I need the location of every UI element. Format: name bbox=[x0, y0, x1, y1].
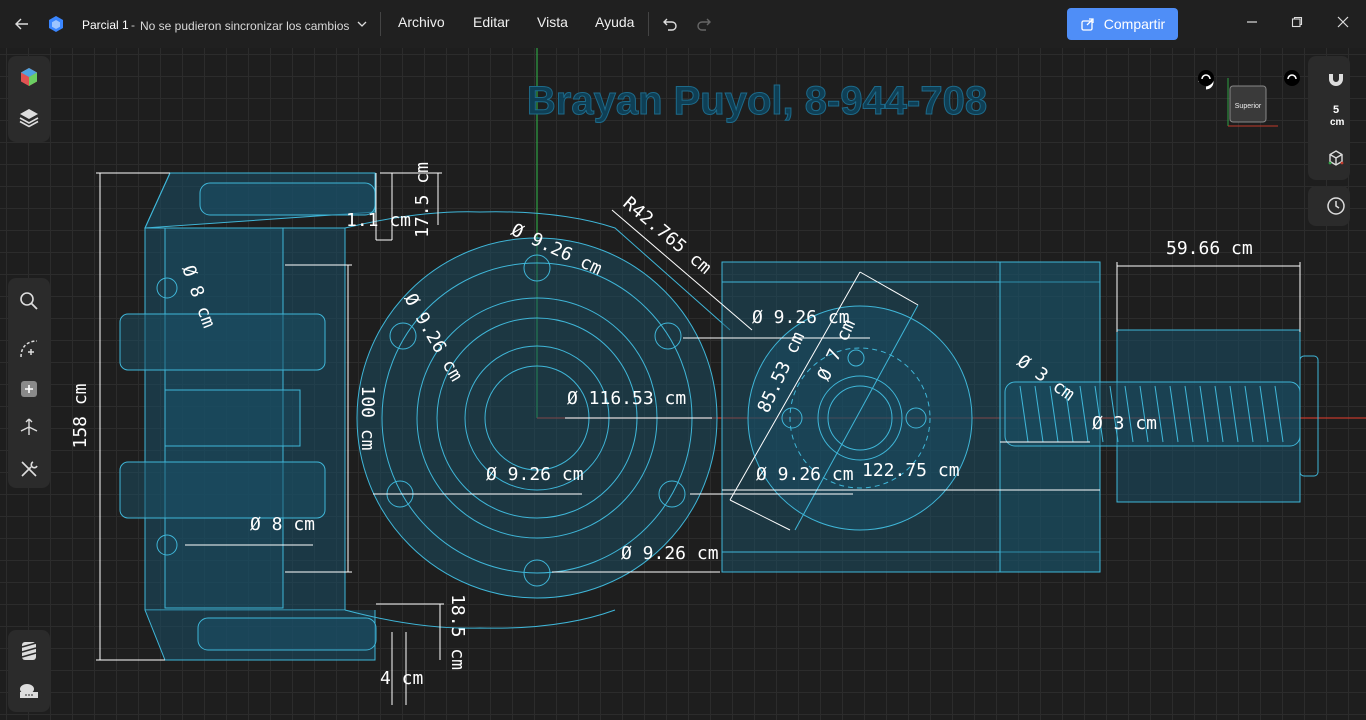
share-icon bbox=[1081, 18, 1094, 31]
snap-button[interactable] bbox=[1316, 60, 1356, 96]
clock-icon bbox=[1327, 197, 1345, 215]
dim-left-height: 158 cm bbox=[70, 383, 91, 448]
view-cube[interactable]: Superior bbox=[1192, 64, 1312, 144]
back-button[interactable] bbox=[10, 12, 34, 36]
sync-status[interactable]: No se pudieron sincronizar los cambios bbox=[140, 19, 349, 33]
minimize-button[interactable] bbox=[1238, 8, 1266, 36]
wrench-icon bbox=[21, 461, 38, 477]
redo-icon bbox=[697, 18, 711, 31]
cube-view-icon bbox=[1328, 150, 1344, 166]
dim-bottom-width: 4 cm bbox=[380, 668, 423, 689]
layers-icon bbox=[19, 109, 39, 128]
rotate-right-handle[interactable] bbox=[1284, 70, 1300, 86]
minimize-icon bbox=[1247, 21, 1257, 23]
add-shape-button[interactable] bbox=[8, 370, 50, 408]
transform-icon bbox=[20, 418, 38, 435]
restore-icon bbox=[1291, 16, 1303, 28]
sketch-button[interactable] bbox=[8, 330, 50, 368]
history-button[interactable] bbox=[1316, 190, 1356, 222]
search-button[interactable] bbox=[8, 282, 50, 320]
rotate-left-handle[interactable] bbox=[1198, 70, 1214, 86]
document-name[interactable]: Parcial 1 bbox=[82, 18, 129, 32]
search-icon bbox=[20, 292, 38, 310]
menu-vista[interactable]: Vista bbox=[537, 14, 568, 30]
sketch-drawing: Brayan Puyol, 8-944-708 158 cm 100 cm 1.… bbox=[70, 48, 1366, 705]
menu-ayuda[interactable]: Ayuda bbox=[595, 14, 634, 30]
measure-button[interactable] bbox=[8, 672, 50, 710]
dim-926-bottom-right: Ø 9.26 cm bbox=[756, 464, 854, 485]
undo-icon bbox=[663, 18, 677, 31]
dim-inner-height: 100 cm bbox=[357, 385, 378, 450]
share-label: Compartir bbox=[1103, 16, 1166, 32]
pattern-button[interactable] bbox=[8, 632, 50, 670]
dim-926-bottom-left: Ø 9.26 cm bbox=[486, 464, 584, 485]
materials-icon bbox=[21, 68, 37, 86]
arm-bottom bbox=[344, 609, 616, 629]
materials-button[interactable] bbox=[8, 58, 50, 96]
view-cube-label: Superior bbox=[1235, 103, 1262, 110]
transform-button[interactable] bbox=[8, 408, 50, 446]
sketch-curve-icon bbox=[20, 340, 38, 358]
piston-2 bbox=[119, 461, 326, 519]
dim-926-bottom: Ø 9.26 cm bbox=[621, 543, 719, 564]
bottom-bolt bbox=[197, 617, 377, 651]
title-separator: - bbox=[131, 18, 135, 32]
title-divider bbox=[380, 12, 381, 36]
menu-editar[interactable]: Editar bbox=[473, 14, 510, 30]
dim-926-right: Ø 9.26 cm bbox=[752, 307, 850, 328]
dim-hole-8-bottom: Ø 8 cm bbox=[250, 514, 315, 535]
chevron-down-icon[interactable] bbox=[357, 20, 367, 28]
title-bar: Parcial 1 - No se pudieron sincronizar l… bbox=[0, 0, 1366, 48]
dim-bottom-height: 18.5 cm bbox=[447, 594, 468, 670]
dim-122: 122.75 cm bbox=[862, 460, 960, 481]
measure-tape-icon bbox=[20, 684, 38, 698]
dim-top-height: 17.5 cm bbox=[412, 162, 433, 238]
dim-3: Ø 3 cm bbox=[1092, 413, 1157, 434]
add-box-icon bbox=[21, 381, 37, 397]
spring-housing-end bbox=[1299, 355, 1319, 477]
share-button[interactable]: Compartir bbox=[1067, 8, 1178, 40]
design-canvas[interactable]: Brayan Puyol, 8-944-708 158 cm 100 cm 1.… bbox=[0, 48, 1366, 720]
menu-divider bbox=[648, 12, 649, 36]
grid-scale-value[interactable]: 5 bbox=[1333, 104, 1339, 116]
redo-button[interactable] bbox=[692, 12, 716, 36]
undo-button[interactable] bbox=[658, 12, 682, 36]
dim-top-width: 1.1 cm bbox=[346, 210, 411, 231]
cylinder-mid bbox=[164, 389, 301, 447]
tools-button[interactable] bbox=[8, 450, 50, 488]
pattern-icon bbox=[21, 642, 37, 660]
close-button[interactable] bbox=[1329, 8, 1357, 36]
back-arrow-icon bbox=[15, 18, 28, 30]
app-logo-icon bbox=[46, 14, 66, 34]
dim-59: 59.66 cm bbox=[1166, 238, 1253, 259]
view-mode-button[interactable] bbox=[1316, 142, 1356, 174]
layers-button[interactable] bbox=[8, 98, 50, 136]
menu-archivo[interactable]: Archivo bbox=[398, 14, 445, 30]
magnet-icon bbox=[1329, 71, 1343, 86]
maximize-button[interactable] bbox=[1283, 8, 1311, 36]
grid-scale-unit: cm bbox=[1330, 117, 1345, 128]
dim-big-diameter: Ø 116.53 cm bbox=[567, 388, 686, 409]
piston-1 bbox=[119, 313, 326, 371]
close-icon bbox=[1337, 16, 1349, 28]
watermark-text: Brayan Puyol, 8-944-708 bbox=[527, 79, 987, 123]
